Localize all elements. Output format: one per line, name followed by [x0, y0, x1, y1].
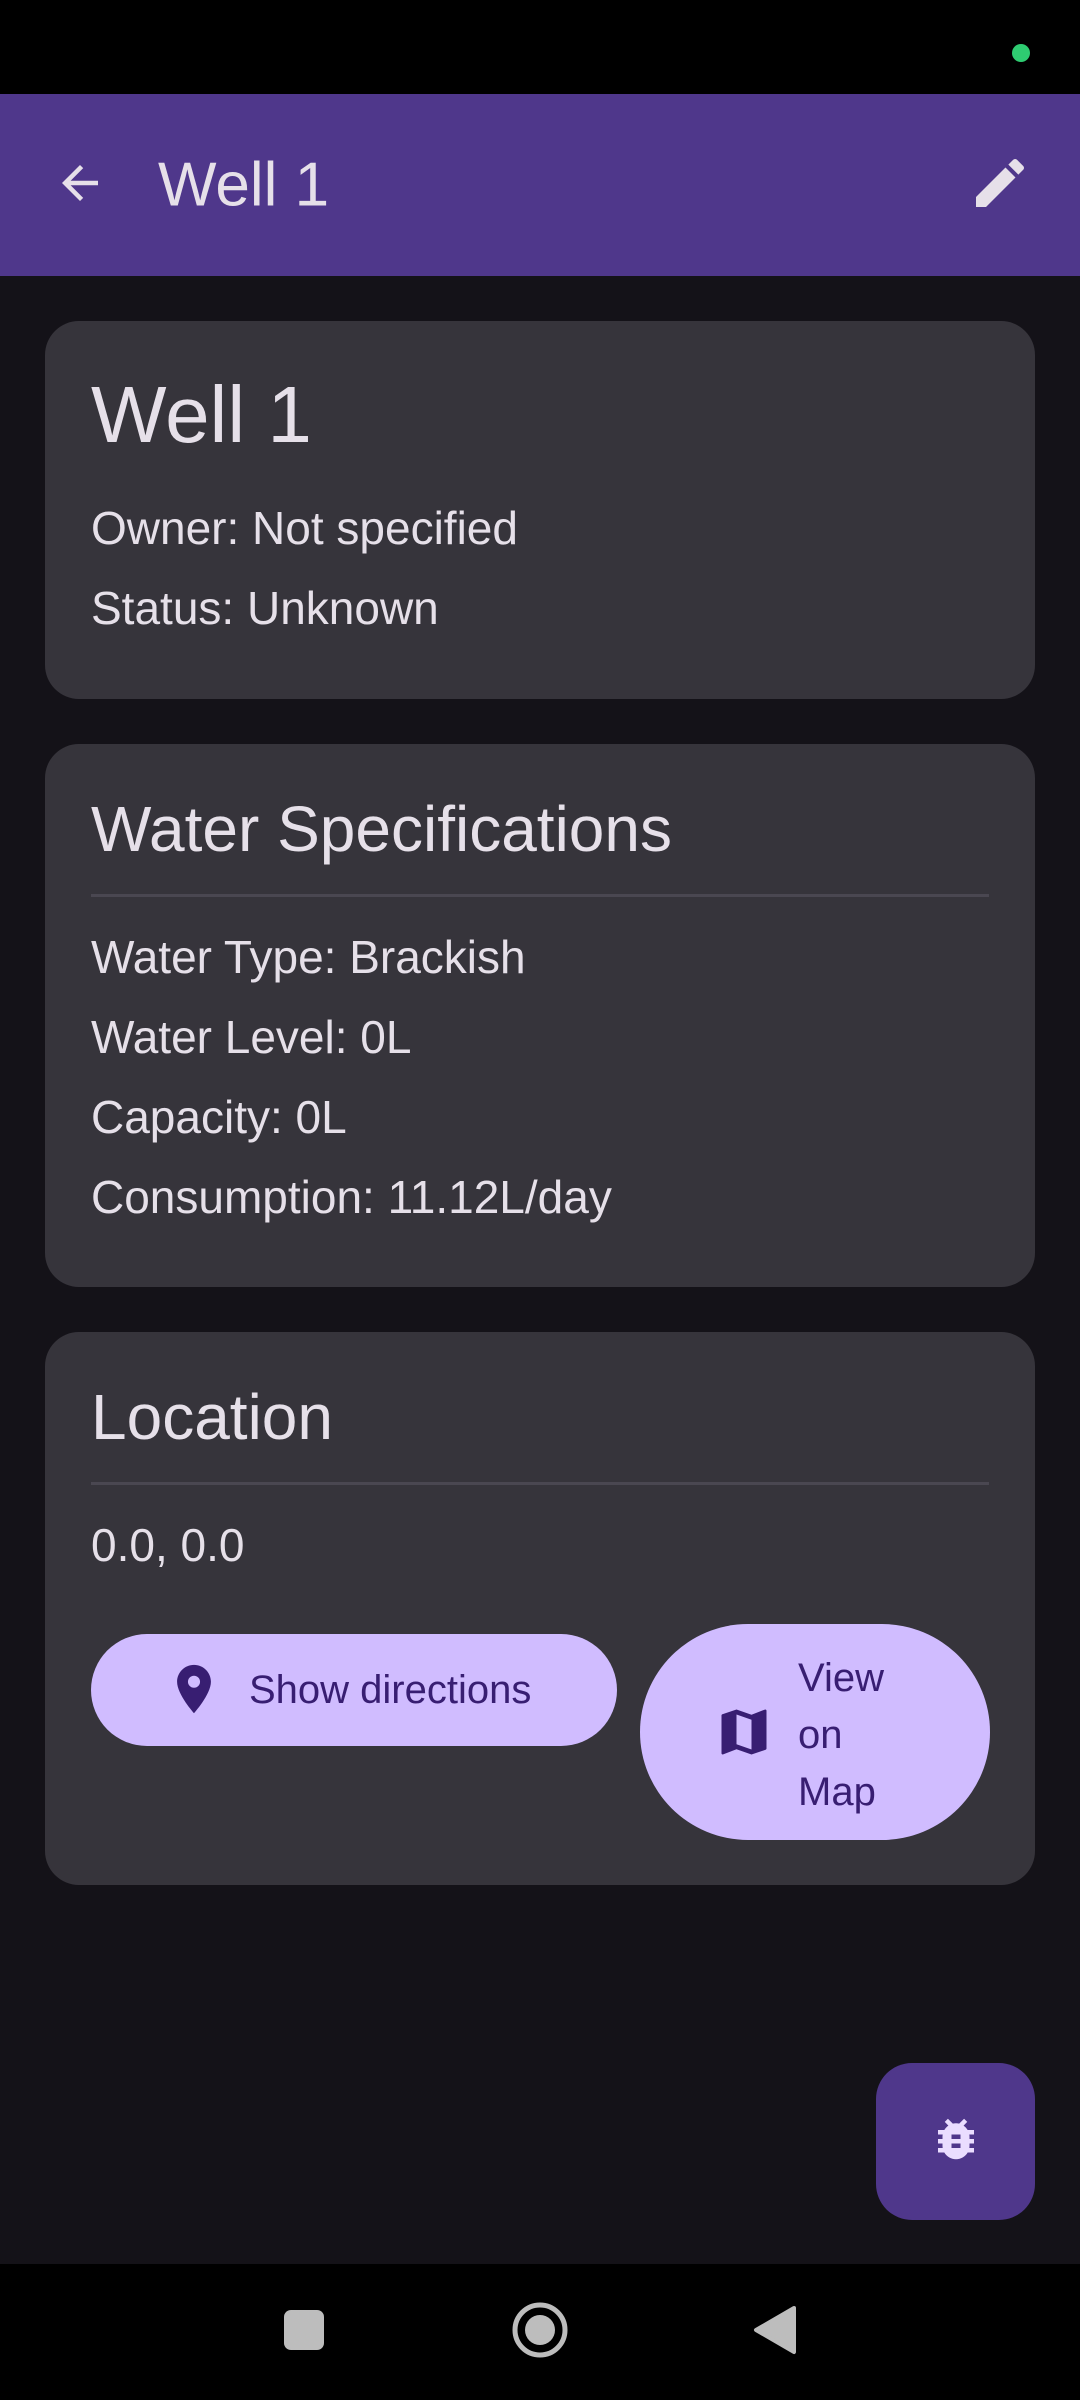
water-level-text: Water Level: 0L [91, 1011, 412, 1063]
show-directions-button[interactable]: Show directions [91, 1634, 617, 1746]
back-nav-button[interactable] [719, 2264, 829, 2400]
show-directions-label: Show directions [249, 1668, 532, 1712]
location-card: Location 0.0, 0.0 Show directions View o… [45, 1332, 1035, 1885]
back-button[interactable] [44, 149, 116, 221]
well-name: Well 1 [91, 370, 312, 459]
app-bar-title: Well 1 [158, 150, 330, 220]
arrow-back-icon [53, 156, 107, 215]
recents-button[interactable] [249, 2264, 359, 2400]
consumption-text: Consumption: 11.12L/day [91, 1171, 612, 1223]
debug-fab[interactable] [876, 2063, 1035, 2220]
capacity-text: Capacity: 0L [91, 1091, 347, 1143]
location-title: Location [91, 1381, 333, 1453]
location-pin-icon [165, 1660, 223, 1723]
edit-pencil-icon [968, 151, 1032, 220]
water-type-text: Water Type: Brackish [91, 931, 526, 983]
top-app-bar: Well 1 [0, 94, 1080, 276]
recents-square-icon [282, 2308, 326, 2357]
home-button[interactable] [485, 2264, 595, 2400]
coordinates-text: 0.0, 0.0 [91, 1519, 245, 1571]
back-triangle-icon [750, 2304, 798, 2361]
view-on-map-label: View on Map [798, 1656, 884, 1814]
water-specifications-card: Water Specifications Water Type: Brackis… [45, 744, 1035, 1287]
map-icon [714, 1702, 774, 1767]
status-bar [0, 0, 1080, 94]
divider [91, 894, 989, 897]
system-navigation-bar [0, 2264, 1080, 2400]
home-circle-icon [510, 2300, 570, 2365]
divider [91, 1482, 989, 1485]
owner-text: Owner: Not specified [91, 502, 518, 554]
well-summary-card: Well 1 Owner: Not specified Status: Unkn… [45, 321, 1035, 699]
bug-icon [929, 2112, 983, 2171]
water-specs-title: Water Specifications [91, 793, 672, 865]
edit-button[interactable] [960, 145, 1040, 225]
status-text: Status: Unknown [91, 582, 439, 634]
camera-indicator-dot [1012, 44, 1030, 62]
view-on-map-button[interactable]: View on Map [640, 1624, 990, 1840]
